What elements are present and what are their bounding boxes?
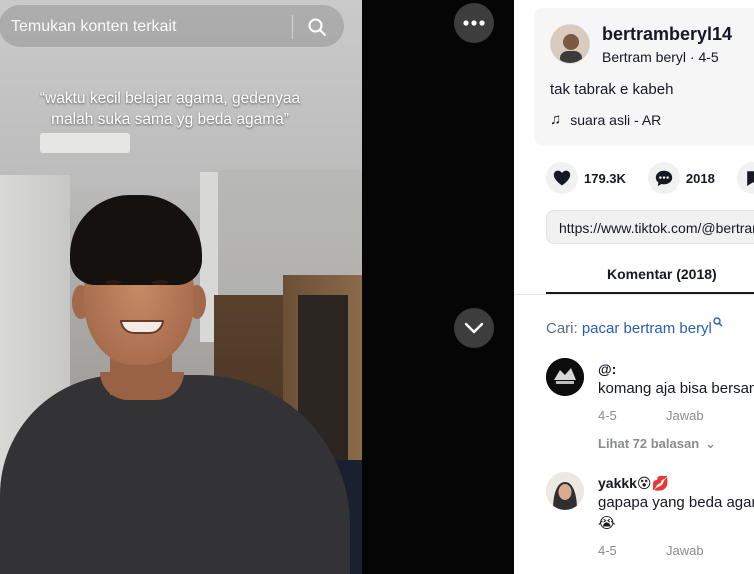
person-eye	[105, 280, 121, 285]
comment-date: 4-5	[598, 408, 617, 423]
post-date: 4-5	[698, 49, 719, 65]
author-username[interactable]: bertramberyl14	[602, 24, 732, 45]
share-link-text[interactable]: https://www.tiktok.com/@bertramberyl14	[559, 220, 754, 236]
next-video-button[interactable]	[454, 308, 494, 348]
heart-icon	[553, 170, 571, 186]
bookmark-icon	[747, 170, 754, 186]
search-placeholder[interactable]: Temukan konten terkait	[11, 18, 176, 36]
reply-button[interactable]: Jawab	[666, 408, 704, 423]
music-link[interactable]: ♫ suara asli - AR	[550, 111, 661, 128]
video-pane: “waktu kecil belajar agama, gedenyaa mal…	[0, 0, 514, 574]
more-options-button[interactable]	[454, 3, 494, 43]
video-caption-overlay: “waktu kecil belajar agama, gedenyaa mal…	[0, 88, 340, 130]
music-note-icon: ♫	[550, 111, 562, 128]
search-icon	[713, 317, 723, 327]
person-hair	[70, 195, 202, 285]
tab-comments[interactable]: Komentar (2018)	[514, 258, 754, 294]
author-subline: Bertram beryl · 4-5	[602, 49, 719, 65]
reply-button[interactable]: Jawab	[666, 543, 704, 558]
search-button[interactable]	[301, 13, 333, 41]
author-card: bertramberyl14 Bertram beryl · 4-5 tak t…	[534, 8, 754, 146]
commenter-avatar[interactable]	[546, 358, 584, 396]
chevron-down-icon	[464, 322, 484, 334]
comment-text-emoji: 😭	[598, 515, 616, 532]
commenter-avatar[interactable]	[546, 472, 584, 510]
author-nickname: Bertram beryl	[602, 49, 687, 65]
comment-button[interactable]	[647, 162, 680, 194]
more-horizontal-icon	[463, 20, 485, 26]
comment-count: 2018	[685, 170, 715, 186]
video-player[interactable]: “waktu kecil belajar agama, gedenyaa mal…	[0, 0, 362, 574]
comment-date: 4-5	[598, 543, 617, 558]
comment-text: komang aja bisa bersama	[598, 380, 754, 397]
related-search-bar[interactable]: Temukan konten terkait	[0, 4, 345, 48]
avatar-image	[546, 472, 584, 510]
chevron-down-icon: ⌄	[705, 436, 717, 451]
favorite-button[interactable]	[736, 162, 754, 194]
music-title[interactable]: suara asli - AR	[570, 112, 661, 128]
caption-line: malah suka sama yg beda agama”	[51, 111, 289, 128]
search-icon	[308, 18, 326, 36]
tab-comments-label[interactable]: Komentar (2018)	[607, 266, 717, 282]
tab-divider	[514, 294, 754, 295]
details-panel: bertramberyl14 Bertram beryl · 4-5 tak t…	[514, 0, 754, 574]
search-divider	[292, 15, 293, 39]
share-link-box[interactable]: https://www.tiktok.com/@bertramberyl14	[546, 210, 754, 244]
like-button[interactable]	[546, 162, 578, 194]
avatar-image	[546, 358, 584, 396]
comment-item: yakkk😵💋 gapapa yang beda agama 😭 4-5 Jaw…	[546, 472, 754, 572]
search-suggestion[interactable]: Cari: pacar bertram beryl	[546, 317, 723, 337]
suggestion-query[interactable]: pacar bertram beryl	[582, 320, 712, 337]
suggestion-prefix: Cari:	[546, 320, 578, 337]
commenter-name[interactable]: @:	[598, 361, 616, 377]
comment-text: gapapa yang beda agama	[598, 494, 754, 511]
comment-item: @: komang aja bisa bersama 4-5 Jawab Lih…	[546, 358, 754, 458]
view-replies-button[interactable]: Lihat 72 balasan ⌄	[598, 436, 716, 452]
comment-bubble-icon	[655, 170, 673, 186]
separator: ·	[686, 49, 699, 65]
action-bar: 179.3K 2018	[546, 160, 754, 196]
author-avatar[interactable]	[550, 24, 590, 64]
video-description: tak tabrak e kabeh	[550, 81, 674, 98]
air-conditioner	[40, 133, 130, 153]
avatar-image	[551, 25, 589, 63]
commenter-name[interactable]: yakkk😵💋	[598, 475, 669, 492]
person-eye	[152, 280, 168, 285]
like-count: 179.3K	[584, 170, 626, 186]
caption-line: “waktu kecil belajar agama, gedenyaa	[39, 90, 301, 107]
view-replies-label[interactable]: Lihat 72 balasan	[598, 436, 699, 451]
